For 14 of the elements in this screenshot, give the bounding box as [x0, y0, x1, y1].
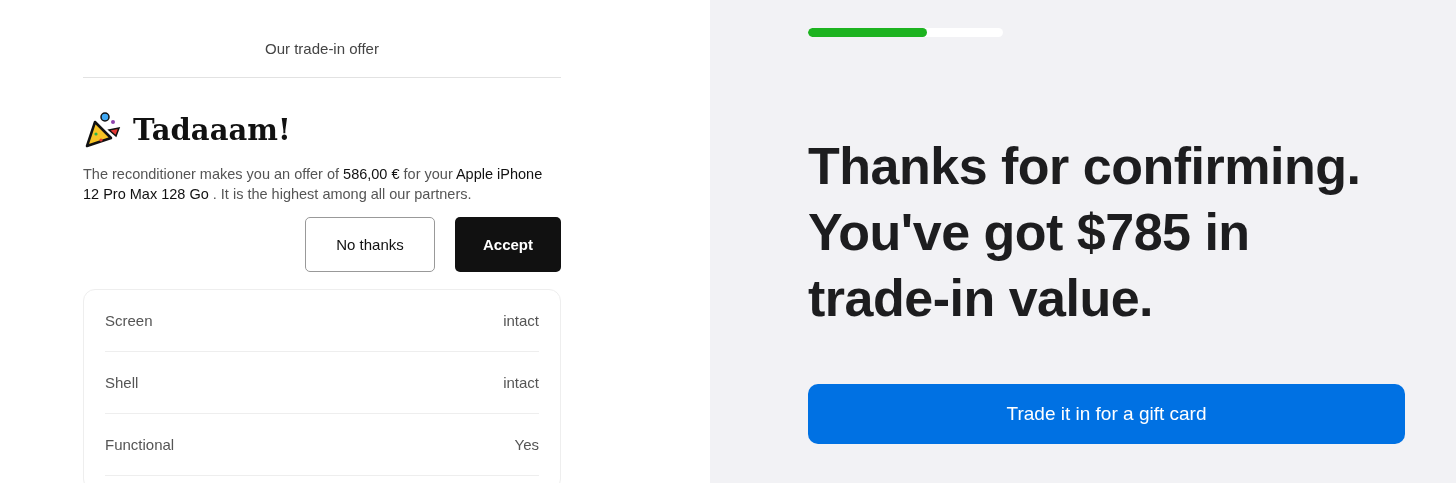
condition-value: Yes	[514, 436, 539, 453]
condition-value: intact	[503, 374, 539, 391]
offer-header: Our trade-in offer	[264, 39, 380, 59]
confirmation-headline: Thanks for confirming. You've got $785 in trade-in value.	[808, 136, 1362, 329]
decline-button[interactable]: No thanks	[305, 217, 435, 272]
offer-message: The reconditioner makes you an offer of 586,00 € for your Apple iPhone 12 Pro Max 128 Go . It is the highest among all our partners.	[83, 165, 544, 204]
condition-value: intact	[503, 312, 539, 329]
condition-label: Screen	[105, 312, 153, 329]
offer-title: Tadaaam!	[133, 113, 291, 147]
condition-label: Functional	[105, 436, 175, 453]
accept-button[interactable]: Accept	[455, 217, 561, 272]
party-popper-icon	[83, 110, 123, 150]
condition-label: Shell	[105, 374, 139, 391]
gift-card-button[interactable]: Trade it in for a gift card	[808, 384, 1405, 444]
